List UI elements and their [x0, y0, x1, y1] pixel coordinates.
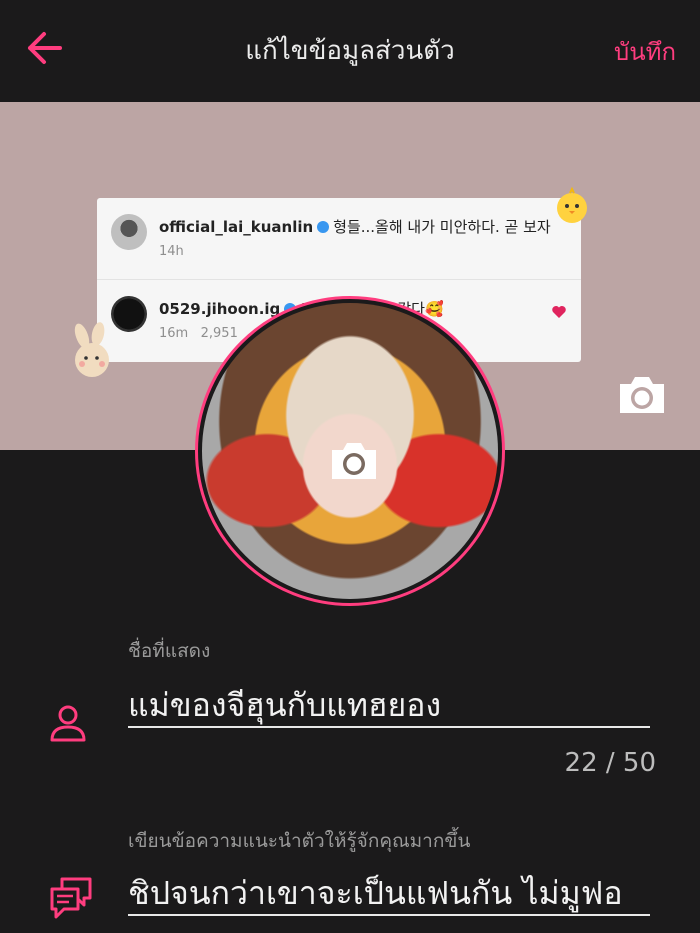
page-title: แก้ไขข้อมูลส่วนตัว	[245, 36, 455, 66]
verified-badge-icon	[317, 221, 330, 233]
ig-avatar	[111, 214, 147, 250]
cover-camera-icon[interactable]	[616, 374, 668, 416]
avatar-camera-icon[interactable]	[328, 440, 380, 482]
ig-post-line: official_lai_kuanlin 형들...올해 내가 미안하다. 곧 보…	[159, 216, 551, 237]
app-header: แก้ไขข้อมูลส่วนตัว บันทึก	[0, 0, 700, 102]
save-button[interactable]: บันทึก	[614, 32, 676, 71]
character-counter: 22 / 50	[564, 748, 656, 778]
ig-post-time: 14h	[159, 244, 184, 259]
bio-input[interactable]: ชิปจนกว่าเขาจะเป็นแฟนกัน ไม่มูฟอ	[128, 868, 650, 914]
ig-username: 0529.jihoon.ig	[159, 300, 281, 318]
display-name-label: ชื่อที่แสดง	[128, 640, 211, 662]
ig-post-row: official_lai_kuanlin 형들...올해 내가 미안하다. 곧 보…	[97, 198, 581, 280]
heart-icon	[552, 306, 566, 318]
display-name-input[interactable]: แม่ของจีฮุนกับแทฮยอง	[128, 680, 650, 726]
ig-post-meta: 16m 2,951	[159, 326, 238, 341]
ig-post-likes: 2,951	[200, 326, 238, 341]
ig-post-time: 16m	[159, 326, 189, 341]
ig-username: official_lai_kuanlin	[159, 218, 314, 236]
bio-underline	[128, 914, 650, 916]
profile-avatar[interactable]	[195, 296, 505, 606]
bunny-sticker-icon	[74, 322, 109, 377]
display-name-underline	[128, 726, 650, 728]
chat-bubbles-icon	[50, 877, 92, 919]
ig-post-text: 형들...올해 내가 미안하다. 곧 보자	[333, 218, 551, 236]
user-icon	[50, 705, 86, 742]
chick-sticker-icon	[557, 186, 587, 223]
avatar-image	[202, 303, 498, 599]
bio-label: เขียนข้อความแนะนำตัวให้รู้จักคุณมากขึ้น	[128, 830, 471, 852]
